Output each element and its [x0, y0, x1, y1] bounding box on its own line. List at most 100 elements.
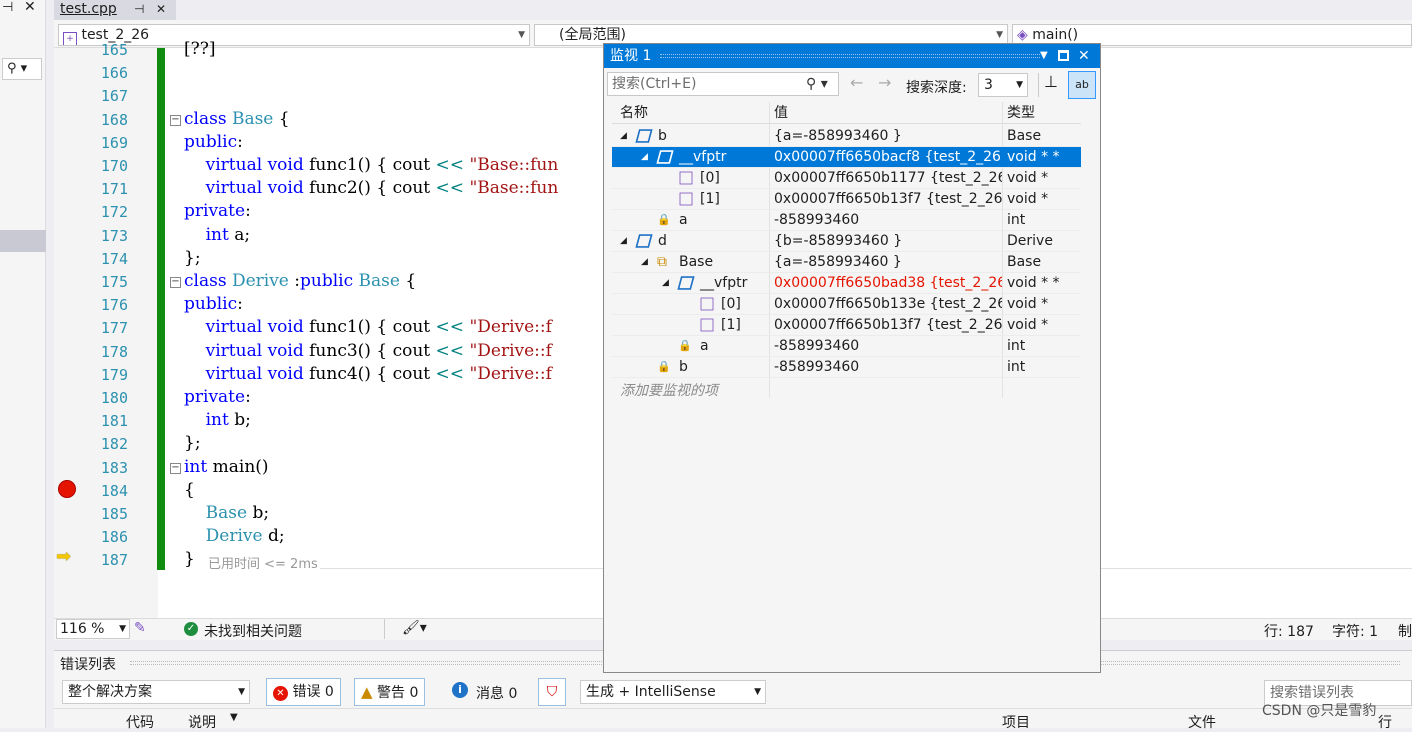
fold-toggle-icon[interactable]: − — [170, 115, 181, 126]
watch-row[interactable]: [0] 0x00007ff6650b133e {test_2_26.e... voi… — [612, 294, 1081, 315]
watch-row[interactable]: ◢ ⧉ Base {a=-858993460 } Base — [612, 252, 1081, 273]
code-line[interactable]: { — [184, 480, 195, 500]
search-icon[interactable]: ⚲ ▾ — [806, 73, 828, 95]
line-number: 166 — [100, 64, 128, 82]
col-type[interactable]: 类型 — [1007, 102, 1035, 124]
code-line[interactable]: int a; — [184, 225, 251, 245]
watch-row[interactable]: 🔒 b -858993460 int — [612, 357, 1081, 378]
close-icon[interactable]: ✕ — [1078, 44, 1090, 68]
divider — [1038, 73, 1039, 97]
col-file[interactable]: 文件 — [1188, 712, 1216, 732]
errors-filter-button[interactable]: ✕ 错误 0 — [266, 678, 341, 706]
watch-value[interactable]: 0x00007ff6650b13f7 {test_2_26.e... — [774, 315, 1002, 336]
line-number: 175 — [100, 273, 128, 291]
expand-toggle-icon[interactable]: ◢ — [620, 231, 627, 252]
watch-name: __vfptr — [700, 275, 748, 291]
col-desc[interactable]: 说明 — [188, 712, 216, 732]
intellicode-icon[interactable]: ✎ — [134, 620, 146, 636]
col-value[interactable]: 值 — [774, 102, 788, 124]
messages-count[interactable]: 消息 0 — [476, 683, 517, 703]
code-line[interactable]: }; — [184, 433, 201, 453]
col-project[interactable]: 项目 — [1002, 712, 1030, 732]
watch-row[interactable]: ◢ __vfptr 0x00007ff6650bad38 {test_2_26.e.… — [612, 273, 1081, 294]
code-line[interactable]: [??] — [184, 39, 216, 59]
code-line[interactable]: virtual void func2() { cout << "Base::fu… — [184, 178, 559, 198]
code-line[interactable]: Base b; — [184, 503, 269, 523]
code-line[interactable]: public: — [184, 294, 243, 314]
code-line[interactable]: virtual void func3() { cout << "Derive::… — [184, 341, 552, 361]
scope-filter-dropdown[interactable]: 整个解决方案 ▼ — [62, 680, 250, 704]
code-line[interactable]: }; — [184, 248, 201, 268]
build-filter-dropdown[interactable]: 生成 + IntelliSense ▼ — [580, 680, 766, 704]
char-indicator: 字符: 1 — [1332, 624, 1379, 640]
code-line[interactable]: virtual void func4() { cout << "Derive::… — [184, 364, 552, 384]
code-line[interactable]: Derive d; — [184, 526, 285, 546]
watch-value[interactable]: {a=-858993460 } — [774, 126, 1002, 147]
status-tail: 制 — [1398, 624, 1412, 640]
code-line[interactable]: int b; — [184, 410, 251, 430]
code-line[interactable]: private: — [184, 387, 251, 407]
current-statement-arrow-icon: ➡ — [56, 546, 72, 567]
col-code[interactable]: 代码 — [126, 712, 154, 732]
watch-type: Base — [1007, 254, 1042, 270]
code-line[interactable]: public: — [184, 132, 243, 152]
watch-search-placeholder: 搜索(Ctrl+E) — [612, 76, 697, 92]
watch-value[interactable]: 0x00007ff6650b13f7 {test_2_26.e... — [774, 189, 1002, 210]
watch-value[interactable]: {a=-858993460 } — [774, 252, 1002, 273]
watch-value[interactable]: 0x00007ff6650bad38 {test_2_26.e... — [774, 273, 1002, 294]
watch-row[interactable]: ◢ b {a=-858993460 } Base — [612, 126, 1081, 147]
watch-row[interactable]: [1] 0x00007ff6650b13f7 {test_2_26.e... voi… — [612, 315, 1081, 336]
code-line[interactable]: private: — [184, 201, 251, 221]
watch-title-bar[interactable]: 监视 1 ▼ ✕ — [604, 44, 1100, 68]
expand-toggle-icon[interactable]: ◢ — [641, 147, 648, 168]
watch-row[interactable]: 🔒 a -858993460 int — [612, 210, 1081, 231]
watch-value[interactable]: 0x00007ff6650b133e {test_2_26.e... — [774, 294, 1002, 315]
divider — [384, 619, 385, 639]
expand-toggle-icon[interactable]: ◢ — [641, 252, 648, 273]
watch-value[interactable]: -858993460 — [774, 357, 1002, 378]
watch-row[interactable]: [0] 0x00007ff6650b1177 {test_2_26.e... voi… — [612, 168, 1081, 189]
maximize-icon[interactable] — [1058, 50, 1069, 61]
code-line[interactable]: class Derive :public Base { — [184, 271, 416, 291]
watch-type: void * * — [1007, 275, 1060, 291]
depth-dropdown[interactable]: 3 ▼ — [978, 73, 1028, 97]
code-line[interactable]: class Base { — [184, 109, 290, 129]
back-arrow-icon[interactable]: ← — [850, 73, 863, 92]
watch-row[interactable]: ◢ __vfptr 0x00007ff6650bacf8 {test_2_26.e.… — [612, 147, 1081, 168]
hex-display-icon[interactable]: ab — [1068, 71, 1096, 99]
fold-toggle-icon[interactable]: − — [170, 277, 181, 288]
fold-toggle-icon[interactable]: − — [170, 463, 181, 474]
filter-icon[interactable]: ⛉ — [538, 678, 566, 706]
forward-arrow-icon[interactable]: → — [878, 73, 891, 92]
col-line[interactable]: 行 — [1378, 712, 1392, 732]
watch-value[interactable]: 0x00007ff6650b1177 {test_2_26.e... — [774, 168, 1002, 189]
watch-type: Base — [1007, 128, 1042, 144]
watch-row[interactable]: ◢ d {b=-858993460 } Derive — [612, 231, 1081, 252]
code-cleanup-icon[interactable]: 🖌▾ — [402, 620, 427, 636]
line-number: 167 — [100, 87, 128, 105]
watch-row[interactable]: 🔒 a -858993460 int — [612, 336, 1081, 357]
window-menu-icon[interactable]: ▼ — [1040, 44, 1048, 68]
code-line[interactable]: int main() — [184, 457, 269, 477]
breakpoint-icon[interactable] — [58, 480, 76, 498]
watch-search-input[interactable]: 搜索(Ctrl+E) ⚲ ▾ — [607, 72, 839, 96]
code-line[interactable]: } — [184, 549, 195, 569]
zoom-dropdown[interactable]: 116 % ▼ — [56, 619, 130, 639]
code-line[interactable]: virtual void func1() { cout << "Derive::… — [184, 317, 552, 337]
issues-text[interactable]: 未找到相关问题 — [204, 621, 302, 641]
expand-toggle-icon[interactable]: ◢ — [662, 273, 669, 294]
watch-value[interactable]: {b=-858993460 } — [774, 231, 1002, 252]
pin-source-icon[interactable]: ⊥ — [1044, 72, 1058, 91]
warnings-filter-button[interactable]: ▲ 警告 0 — [354, 678, 426, 706]
watch-row[interactable]: [1] 0x00007ff6650b13f7 {test_2_26.e... voi… — [612, 189, 1081, 210]
warning-icon: ▲ — [361, 683, 373, 701]
watch-value[interactable]: 0x00007ff6650bacf8 {test_2_26.e... — [774, 147, 1002, 168]
col-name[interactable]: 名称 — [620, 102, 648, 124]
code-line[interactable]: virtual void func1() { cout << "Base::fu… — [184, 155, 559, 175]
line-number: 169 — [100, 134, 128, 152]
expand-toggle-icon[interactable]: ◢ — [620, 126, 627, 147]
watch-value[interactable]: -858993460 — [774, 336, 1002, 357]
sort-icon[interactable]: ▼ — [230, 712, 238, 723]
watch-value[interactable]: -858993460 — [774, 210, 1002, 231]
add-watch-item[interactable]: 添加要监视的项 — [620, 380, 718, 400]
